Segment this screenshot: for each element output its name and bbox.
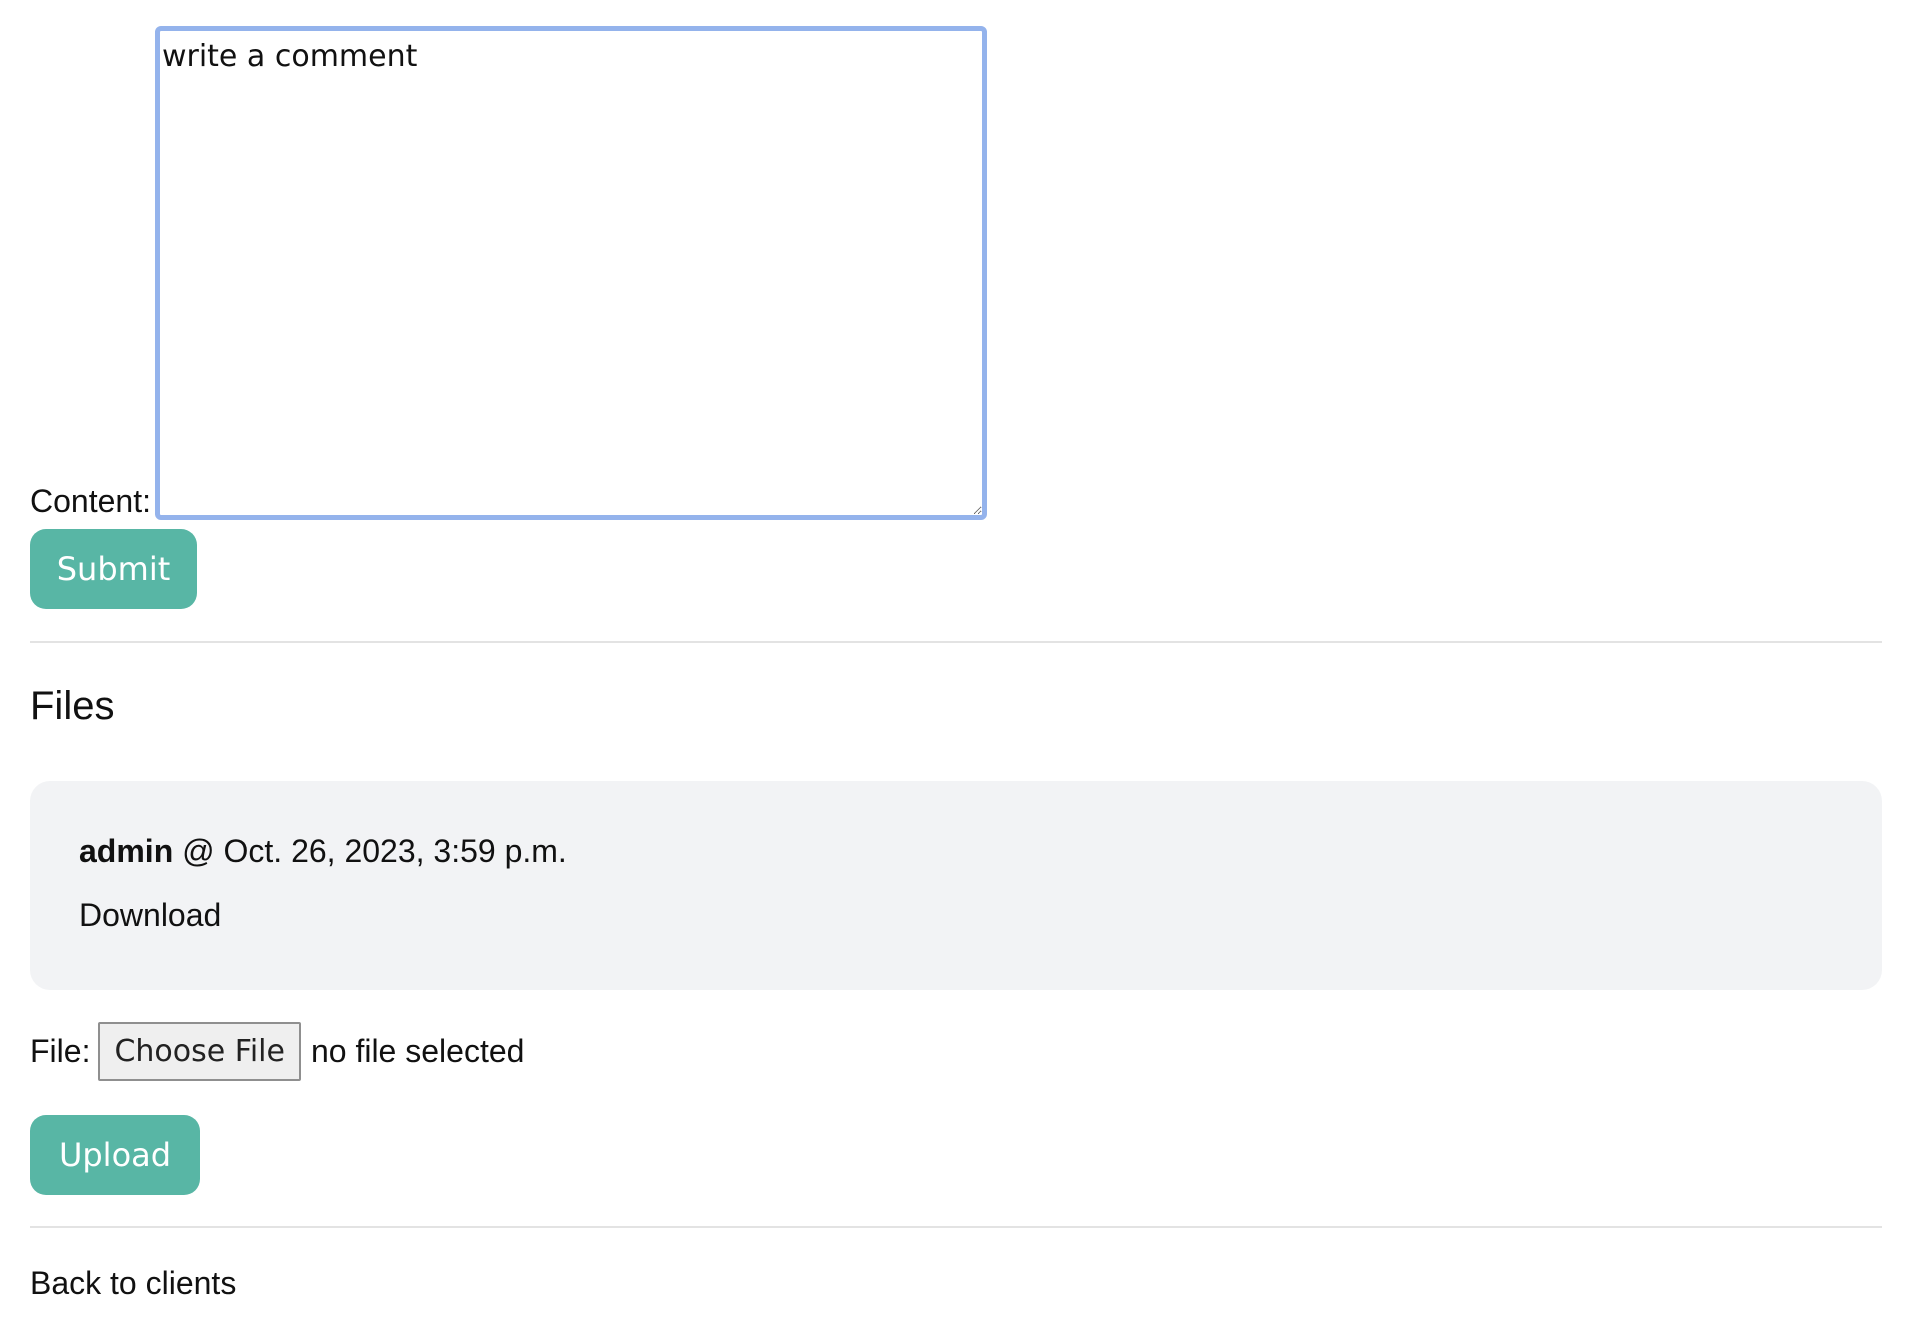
page: Content: write a comment Submit Files ad… [0, 0, 1906, 1344]
file-meta: admin @ Oct. 26, 2023, 3:59 p.m. [79, 831, 1833, 871]
file-card: admin @ Oct. 26, 2023, 3:59 p.m. Downloa… [30, 781, 1882, 990]
upload-button[interactable]: Upload [30, 1115, 200, 1195]
comment-textarea[interactable]: write a comment [154, 26, 987, 520]
content-label: Content: [30, 483, 151, 519]
download-link[interactable]: Download [79, 897, 221, 933]
file-separator: @ [173, 833, 224, 869]
back-to-clients-link[interactable]: Back to clients [30, 1265, 236, 1302]
files-heading: Files [30, 684, 115, 728]
file-upload-row: File: Choose File no file selected [30, 1022, 524, 1081]
divider [30, 1226, 1882, 1228]
file-author: admin [79, 833, 174, 869]
submit-button[interactable]: Submit [30, 529, 197, 609]
file-label: File: [30, 1033, 91, 1069]
no-file-selected-text: no file selected [310, 1033, 525, 1069]
choose-file-button[interactable]: Choose File [98, 1022, 301, 1081]
divider [30, 641, 1882, 643]
comment-form: Content: write a comment [30, 26, 987, 520]
file-timestamp: Oct. 26, 2023, 3:59 p.m. [223, 833, 567, 869]
